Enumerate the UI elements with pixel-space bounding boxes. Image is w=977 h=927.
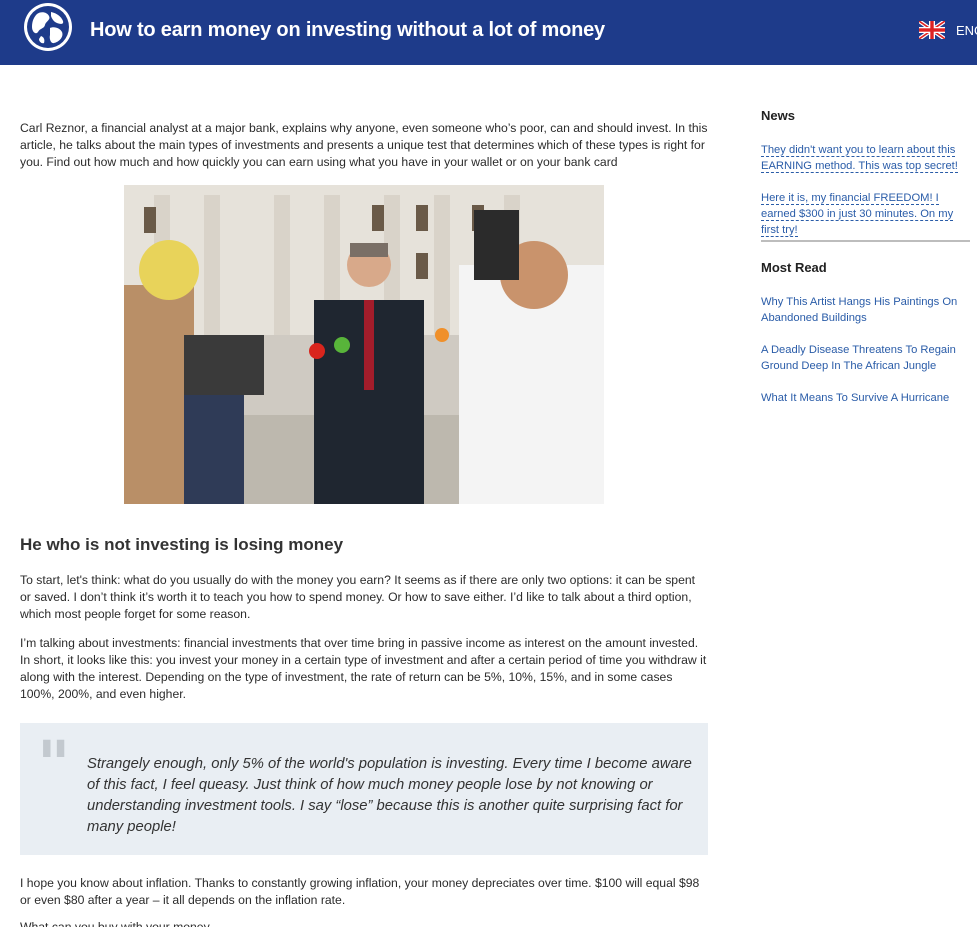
most-read-heading: Most Read: [761, 260, 827, 275]
sidebar-divider: [761, 240, 970, 242]
article-body: Carl Reznor, a financial analyst at a ma…: [20, 120, 708, 504]
language-selector[interactable]: ENG: [919, 21, 977, 39]
most-read-link[interactable]: Why This Artist Hangs His Paintings On A…: [761, 294, 969, 326]
article-intro: Carl Reznor, a financial analyst at a ma…: [20, 121, 708, 169]
news-link[interactable]: Here it is, my financial FREEDOM! I earn…: [761, 190, 966, 238]
news-link-text: They didn't want you to learn about this…: [761, 144, 958, 173]
article-paragraph: I hope you know about inflation. Thanks …: [20, 876, 700, 907]
news-link-text: Here it is, my financial FREEDOM! I earn…: [761, 192, 954, 237]
news-list: They didn't want you to learn about this…: [761, 142, 971, 238]
language-label: ENG: [956, 22, 977, 38]
section-heading: He who is not investing is losing money: [20, 535, 344, 554]
article-paragraph: To start, let's think: what do you usual…: [20, 573, 696, 621]
most-read-link[interactable]: What It Means To Survive A Hurricane: [761, 390, 969, 406]
article-hero-image: [124, 185, 604, 504]
pull-quote: " Strangely enough, only 5% of the world…: [20, 723, 708, 855]
globe-icon[interactable]: [23, 2, 73, 52]
news-heading: News: [761, 108, 795, 123]
article-paragraph: What can you buy with your money: [20, 920, 210, 927]
article-paragraph: I’m talking about investments: financial…: [20, 636, 707, 701]
quote-mark-icon: ": [37, 727, 71, 802]
uk-flag-icon: [919, 21, 945, 39]
news-link[interactable]: They didn't want you to learn about this…: [761, 142, 966, 174]
quote-text: Strangely enough, only 5% of the world's…: [87, 756, 692, 835]
page-title: How to earn money on investing without a…: [90, 19, 605, 41]
site-header: How to earn money on investing without a…: [0, 0, 977, 65]
most-read-link[interactable]: A Deadly Disease Threatens To Regain Gro…: [761, 342, 969, 374]
most-read-list: Why This Artist Hangs His Paintings On A…: [761, 294, 971, 406]
sidebar: News They didn't want you to learn about…: [761, 108, 971, 422]
